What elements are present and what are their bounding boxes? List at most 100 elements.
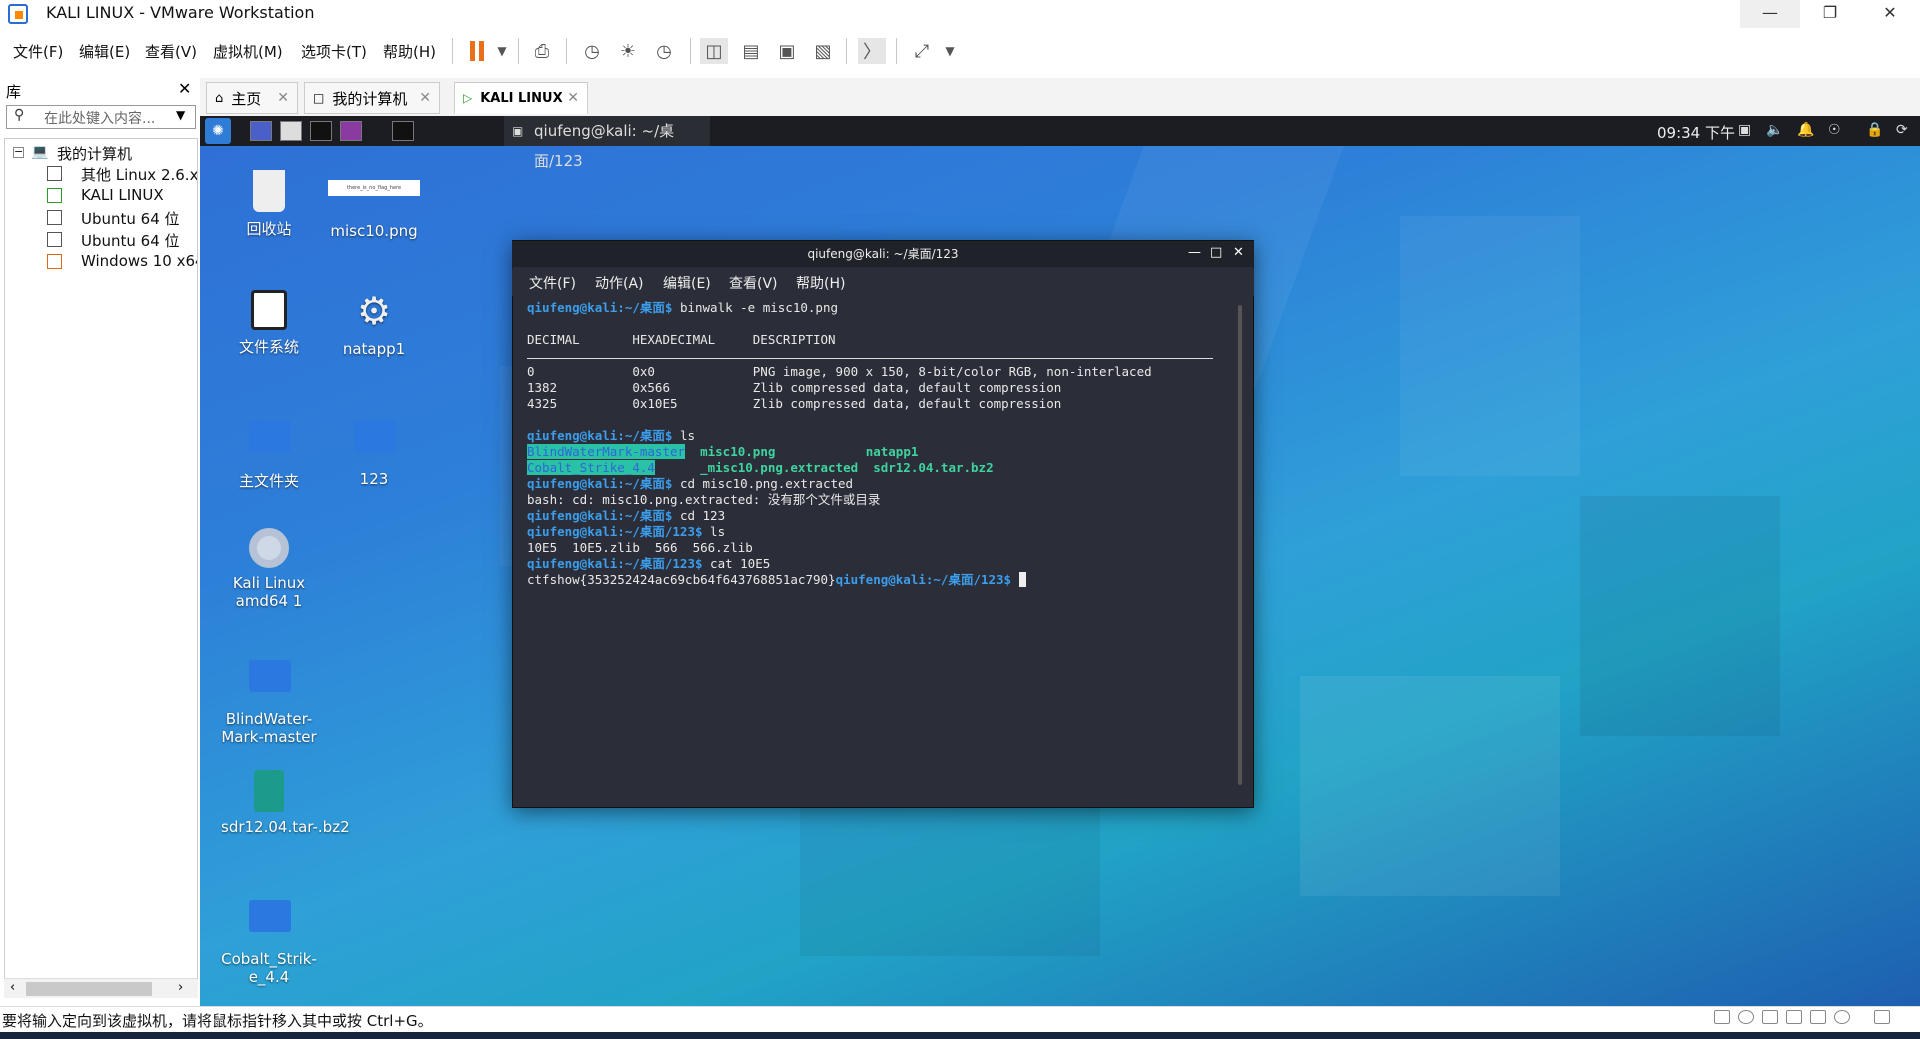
vm-icon <box>47 210 62 225</box>
library-close-icon[interactable]: ✕ <box>178 79 191 98</box>
tree-root[interactable]: 我的计算机 <box>57 143 132 164</box>
close-tab-icon[interactable]: ✕ <box>419 90 431 106</box>
close-tab-icon[interactable]: ✕ <box>277 90 289 106</box>
vm-icon <box>47 232 62 247</box>
cd-icon[interactable] <box>1738 1010 1754 1024</box>
terminal-line: ctfshow{353252424ac69cb64f643768851ac790… <box>527 572 1227 588</box>
tab-label: KALI LINUX <box>480 90 563 106</box>
terminal-launcher-icon[interactable] <box>310 121 332 141</box>
notification-icon[interactable]: 🔔 <box>1797 122 1814 138</box>
computer-icon: □ <box>313 91 325 105</box>
desktop-icon-misc10[interactable]: there_is_no_flag_here misc10.png <box>326 180 422 240</box>
terminal-menu-edit[interactable]: 编辑(E) <box>663 273 711 293</box>
fullscreen-icon[interactable]: ▣ <box>773 38 801 64</box>
collapse-icon[interactable]: − <box>13 146 24 158</box>
scroll-right-icon[interactable]: › <box>178 980 183 995</box>
terminal-line: 4325 0x10E5 Zlib compressed data, defaul… <box>527 396 1062 411</box>
tree-item-windows10[interactable]: Windows 10 x64 <box>81 252 197 270</box>
desktop-icon-label: 回收站 <box>246 220 292 238</box>
library-toggle-icon[interactable]: ◫ <box>700 38 728 64</box>
terminal-menu-help[interactable]: 帮助(H) <box>796 273 845 293</box>
vm-running-icon: ▷ <box>463 91 473 105</box>
network-adapter-icon[interactable] <box>1762 1010 1778 1024</box>
tree-item-ubuntu-2[interactable]: Ubuntu 64 位 <box>81 230 180 251</box>
stretch-icon[interactable]: ⤢ <box>908 38 936 64</box>
kali-menu-icon[interactable]: ✺ <box>205 118 231 144</box>
tab-home[interactable]: ⌂ 主页 ✕ <box>206 82 298 114</box>
terminal-line: 0 0x0 PNG image, 900 x 150, 8-bit/color … <box>527 364 1152 379</box>
desktop-icon-trash[interactable]: 回收站 <box>221 170 317 239</box>
desktop-icon-blindwater[interactable]: BlindWater-Mark-master <box>221 650 317 746</box>
desktop-icon-kali-disc[interactable]: Kali Linux amd64 1 <box>221 528 317 610</box>
snapshot-manager-icon[interactable]: ◷ <box>650 38 678 64</box>
desktop-icon-sdr[interactable]: sdr12.04.tar-.bz2 <box>221 770 350 836</box>
menu-file[interactable]: 文件(F) <box>13 41 63 62</box>
search-dropdown-icon[interactable]: ▼ <box>176 108 185 122</box>
vm-running-icon <box>47 188 62 203</box>
close-tab-icon[interactable]: ✕ <box>567 90 579 106</box>
printer-icon[interactable] <box>1786 1010 1802 1024</box>
unity-icon[interactable]: ▧ <box>809 38 837 64</box>
panel-clock[interactable]: 09:34 下午 <box>1657 122 1735 143</box>
gear-icon: ⚙ <box>356 289 392 333</box>
terminal-menu-actions[interactable]: 动作(A) <box>595 273 644 293</box>
message-icon[interactable] <box>1874 1010 1890 1024</box>
tab-my-computer[interactable]: □ 我的计算机 ✕ <box>304 82 440 114</box>
file-manager-icon[interactable] <box>280 121 302 141</box>
host-taskbar-strip <box>0 1032 1920 1039</box>
desktop-icon-filesystem[interactable]: 文件系统 <box>221 290 317 357</box>
terminal-title: qiufeng@kali: ~/桌面/123 <box>512 241 1254 267</box>
menu-edit[interactable]: 编辑(E) <box>79 41 130 62</box>
display-icon[interactable]: ▣ <box>1738 122 1751 138</box>
tree-item-ubuntu-1[interactable]: Ubuntu 64 位 <box>81 208 180 229</box>
revert-snapshot-icon[interactable]: ☀ <box>614 38 642 64</box>
terminal-close-button[interactable]: ✕ <box>1233 245 1244 260</box>
show-desktop-icon[interactable] <box>250 121 272 141</box>
terminal-output[interactable]: qiufeng@kali:~/桌面$ binwalk -e misc10.png… <box>527 300 1227 588</box>
taskbar-terminal[interactable]: ▣ qiufeng@kali: ~/桌面/123 <box>504 116 710 170</box>
usb-icon[interactable] <box>1834 1010 1850 1024</box>
minimize-button[interactable]: — <box>1740 0 1800 28</box>
pause-icon[interactable] <box>463 38 491 64</box>
menu-tabs[interactable]: 选项卡(T) <box>301 41 367 62</box>
power-icon[interactable]: ⟳ <box>1896 122 1908 138</box>
tab-kali[interactable]: ▷ KALI LINUX ✕ <box>454 82 588 114</box>
tree-item-kali[interactable]: KALI LINUX <box>81 186 164 204</box>
snapshot-icon[interactable]: ◷ <box>578 38 606 64</box>
chevron-down-icon[interactable]: ▼ <box>488 38 516 64</box>
desktop-icon-natapp1[interactable]: ⚙ natapp1 <box>326 290 422 358</box>
desktop-icon-label: BlindWater-Mark-master <box>221 710 317 746</box>
chevron-down-icon[interactable]: ▼ <box>936 38 964 64</box>
terminal-minimize-button[interactable]: — <box>1188 245 1201 260</box>
desktop-icon-cobalt[interactable]: Cobalt_Strik-e_4.4 <box>221 890 317 986</box>
thumbnail-icon[interactable]: ▤ <box>737 38 765 64</box>
search-icon: ⚲ <box>14 107 25 123</box>
workspace-icon[interactable] <box>392 121 414 141</box>
terminal-menu-file[interactable]: 文件(F) <box>529 273 576 293</box>
vm-suspended-icon <box>47 254 62 269</box>
close-button[interactable]: ✕ <box>1860 0 1920 28</box>
sound-icon[interactable] <box>1810 1010 1826 1024</box>
volume-icon[interactable]: 🔈 <box>1766 122 1783 138</box>
menu-view[interactable]: 查看(V) <box>145 41 197 62</box>
terminal-menu-view[interactable]: 查看(V) <box>729 273 778 293</box>
menu-vm[interactable]: 虚拟机(M) <box>213 41 283 62</box>
hdd-icon[interactable] <box>1714 1010 1730 1024</box>
tree-item-other-linux[interactable]: 其他 Linux 2.6.x <box>81 164 197 185</box>
terminal-scrollbar[interactable] <box>1238 305 1242 785</box>
browser-launcher-icon[interactable] <box>340 121 362 141</box>
network-icon[interactable]: ☉ <box>1828 122 1841 138</box>
tab-label: 主页 <box>231 89 262 108</box>
toolbar-separator <box>690 38 691 64</box>
home-folder-icon <box>249 420 291 464</box>
scrollbar-thumb[interactable] <box>26 982 152 996</box>
restore-button[interactable]: ❐ <box>1800 0 1860 28</box>
terminal-maximize-button[interactable]: □ <box>1210 245 1222 260</box>
lock-icon[interactable]: 🔒 <box>1866 122 1883 138</box>
console-icon[interactable]: 〉 <box>858 38 886 64</box>
menu-help[interactable]: 帮助(H) <box>383 41 436 62</box>
desktop-icon-home[interactable]: 主文件夹 <box>221 410 317 491</box>
scroll-left-icon[interactable]: ‹ <box>10 980 15 995</box>
desktop-icon-123[interactable]: 123 <box>326 410 422 488</box>
send-keys-icon[interactable]: ⎙ <box>528 38 556 64</box>
